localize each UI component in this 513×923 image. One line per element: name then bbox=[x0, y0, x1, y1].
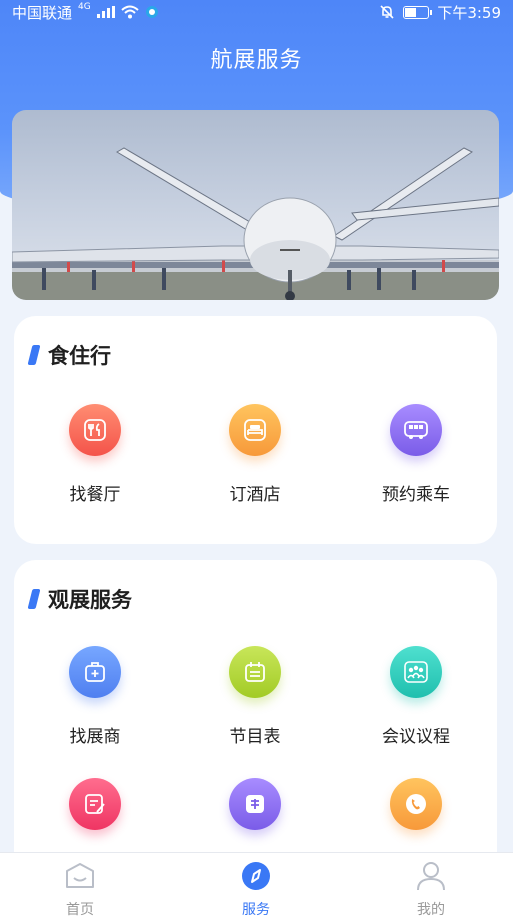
carrier-label: 中国联通 bbox=[12, 3, 73, 22]
find-exhibitor-button[interactable]: 找展商 bbox=[30, 646, 160, 747]
tab-mine[interactable]: 我的 bbox=[391, 861, 471, 919]
item-label: 节目表 bbox=[229, 727, 281, 747]
reserve-ride-button[interactable]: 预约乘车 bbox=[351, 404, 481, 505]
meeting-icon bbox=[390, 646, 442, 698]
app-notification-icon bbox=[145, 6, 158, 18]
meeting-agenda-button[interactable]: 会议议程 bbox=[351, 646, 481, 747]
edit-form-icon bbox=[69, 778, 121, 830]
compass-icon bbox=[242, 862, 270, 890]
service-item-form[interactable] bbox=[30, 778, 160, 830]
clock: 下午3:59 bbox=[437, 3, 501, 22]
service-item-help[interactable] bbox=[190, 778, 320, 830]
hotel-bed-icon bbox=[229, 404, 281, 456]
mute-bell-icon bbox=[380, 5, 394, 19]
calendar-icon bbox=[229, 646, 281, 698]
find-restaurant-button[interactable]: 找餐厅 bbox=[30, 404, 160, 505]
wifi-icon bbox=[121, 5, 139, 19]
program-schedule-button[interactable]: 节目表 bbox=[190, 646, 320, 747]
section-title: 观展服务 bbox=[48, 588, 132, 612]
service-item-phone[interactable] bbox=[351, 778, 481, 830]
book-hotel-button[interactable]: 订酒店 bbox=[190, 404, 320, 505]
signal-icon bbox=[96, 6, 115, 18]
section-marker bbox=[27, 345, 41, 365]
banner-image[interactable] bbox=[12, 110, 499, 300]
section-header: 观展服务 bbox=[27, 584, 132, 614]
tab-home[interactable]: 首页 bbox=[40, 861, 120, 919]
battery-icon bbox=[403, 5, 433, 19]
status-bar: 中国联通 4G 下午3:59 bbox=[0, 0, 513, 24]
item-label: 订酒店 bbox=[229, 485, 281, 505]
section-food-lodging-transport: 食住行 找餐厅 订酒店 预约乘车 bbox=[14, 316, 497, 544]
tab-label: 服务 bbox=[242, 902, 270, 918]
briefcase-plus-icon bbox=[69, 646, 121, 698]
section-expo-services: 观展服务 找展商 节目表 会议议程 bbox=[14, 560, 497, 852]
help-icon bbox=[229, 778, 281, 830]
item-label: 找展商 bbox=[69, 727, 121, 747]
phone-icon bbox=[390, 778, 442, 830]
restaurant-icon bbox=[69, 404, 121, 456]
item-label: 找餐厅 bbox=[69, 485, 121, 505]
item-label: 预约乘车 bbox=[382, 485, 450, 505]
item-label: 会议议程 bbox=[382, 727, 450, 747]
tab-label: 首页 bbox=[66, 902, 94, 918]
bus-icon bbox=[390, 404, 442, 456]
user-icon bbox=[417, 862, 445, 891]
section-header: 食住行 bbox=[27, 340, 111, 370]
page-title: 航展服务 bbox=[210, 48, 303, 73]
tab-label: 我的 bbox=[417, 902, 445, 918]
home-icon bbox=[66, 863, 94, 888]
bottom-tab-bar: 首页 服务 我的 bbox=[0, 852, 513, 923]
network-type: 4G bbox=[78, 2, 91, 12]
section-title: 食住行 bbox=[48, 344, 111, 368]
section-marker bbox=[27, 589, 41, 609]
tab-services[interactable]: 服务 bbox=[216, 861, 296, 919]
